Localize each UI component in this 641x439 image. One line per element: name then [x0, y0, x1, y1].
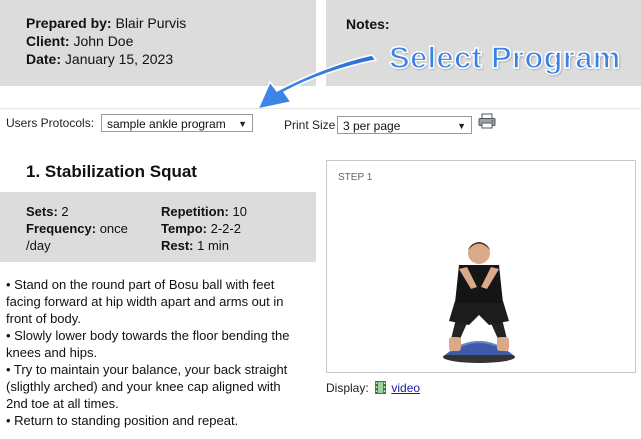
client-line: Client: John Doe	[26, 33, 133, 49]
rest-value: 1 min	[197, 238, 229, 253]
instruction-line: facing forward at hip width apart and ar…	[6, 294, 284, 309]
instruction-line: • Stand on the round part of Bosu ball w…	[6, 277, 275, 292]
exercise-title: 1. Stabilization Squat	[26, 162, 197, 181]
exercise-image-frame: STEP 1	[326, 160, 636, 373]
users-protocols-value: sample ankle program	[107, 117, 226, 131]
instruction-line: front of body.	[6, 311, 81, 326]
chevron-down-icon: ▼	[457, 121, 466, 131]
frequency-line: Frequency: once	[26, 221, 128, 236]
sets-line: Sets: 2	[26, 204, 69, 219]
client-label: Client:	[26, 33, 70, 49]
prepared-by-label: Prepared by:	[26, 15, 112, 31]
print-size-value: 3 per page	[343, 119, 401, 133]
sets-value: 2	[61, 204, 69, 219]
prepared-by-line: Prepared by: Blair Purvis	[26, 15, 186, 31]
instruction-line: (sligthly arched) and your knee cap alig…	[6, 379, 281, 394]
display-row: Display: video	[326, 381, 420, 395]
printer-icon[interactable]	[478, 113, 496, 129]
divider	[0, 108, 641, 109]
sets-label: Sets:	[26, 204, 58, 219]
exercise-instructions: • Stand on the round part of Bosu ball w…	[6, 276, 318, 429]
print-size-label: Print Size	[284, 118, 336, 132]
client-value: John Doe	[73, 33, 134, 49]
instruction-line: 2nd toe at all times.	[6, 396, 119, 411]
rest-line: Rest: 1 min	[161, 238, 229, 253]
tempo-label: Tempo:	[161, 221, 207, 236]
instruction-line: knees and hips.	[6, 345, 98, 360]
repetition-line: Repetition: 10	[161, 204, 247, 219]
tempo-line: Tempo: 2-2-2	[161, 221, 241, 236]
frequency-continuation: /day	[26, 238, 51, 253]
date-value: January 15, 2023	[64, 51, 174, 67]
prescription-info-panel: Prepared by: Blair Purvis Client: John D…	[0, 0, 316, 86]
display-label: Display:	[326, 381, 369, 395]
exercise-parameters: Sets: 2 Frequency: once /day Repetition:…	[0, 192, 316, 262]
select-program-callout: Select Program	[388, 39, 621, 76]
prepared-by-value: Blair Purvis	[115, 15, 187, 31]
video-link[interactable]: video	[391, 381, 420, 395]
film-icon	[375, 381, 387, 394]
instruction-line: • Try to maintain your balance, your bac…	[6, 362, 288, 377]
print-size-select[interactable]: 3 per page ▼	[337, 116, 472, 134]
users-protocols-select[interactable]: sample ankle program ▼	[101, 114, 253, 132]
date-line: Date: January 15, 2023	[26, 51, 173, 67]
notes-label: Notes:	[346, 16, 390, 32]
step-label: STEP 1	[338, 172, 373, 183]
tempo-value: 2-2-2	[210, 221, 241, 236]
chevron-down-icon: ▼	[238, 119, 247, 129]
instruction-line: • Return to standing position and repeat…	[6, 413, 239, 428]
repetition-value: 10	[232, 204, 247, 219]
repetition-label: Repetition:	[161, 204, 229, 219]
instruction-line: • Slowly lower body towards the floor be…	[6, 328, 290, 343]
date-label: Date:	[26, 51, 62, 67]
rest-label: Rest:	[161, 238, 194, 253]
squat-illustration	[443, 242, 515, 363]
frequency-label: Frequency:	[26, 221, 97, 236]
frequency-value: once	[99, 221, 128, 236]
users-protocols-label: Users Protocols:	[6, 116, 95, 130]
